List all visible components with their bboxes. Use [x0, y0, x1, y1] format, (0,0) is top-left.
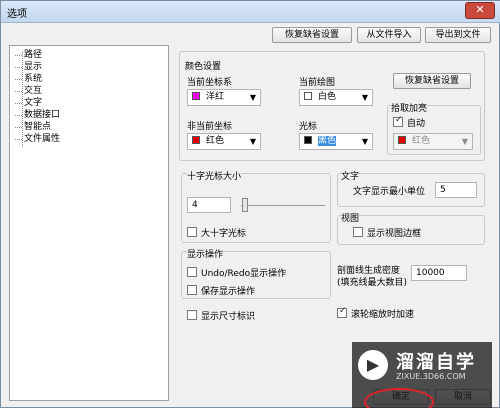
cursor-color-value: 黑色 — [318, 136, 337, 146]
current-axis-label: 当前坐标系 — [187, 78, 233, 88]
options-nav-tree: 路径 显示 系统 交互 文字 数据接口 智能点 文件属性 — [9, 45, 169, 401]
crosshair-size-slider[interactable] — [241, 205, 325, 206]
pick-highlight-title: 拾取加亮 — [391, 101, 428, 114]
close-icon: ✕ — [475, 3, 485, 16]
crosshair-size-input[interactable]: 4 — [187, 197, 231, 213]
cursor-label: 光标 — [299, 122, 318, 132]
show-dim-marks-label: 显示尺寸标识 — [201, 312, 256, 322]
title-bar: 选项 ✕ — [1, 1, 500, 23]
show-view-border-checkbox[interactable] — [353, 227, 363, 237]
min-text-unit-input[interactable]: 5 — [435, 182, 477, 198]
color-swatch — [398, 136, 406, 144]
nav-item-text[interactable]: 文字 — [14, 98, 42, 109]
watermark-title: 溜溜自学 — [396, 352, 476, 373]
save-display-ops-label: 保存显示操作 — [201, 287, 256, 297]
undo-redo-display-label: Undo/Redo显示操作 — [201, 269, 287, 279]
nav-item-display[interactable]: 显示 — [14, 62, 42, 73]
nav-item-file-properties[interactable]: 文件属性 — [14, 134, 60, 145]
view-group-title: 视图 — [341, 211, 360, 224]
nav-item-system[interactable]: 系统 — [14, 74, 42, 85]
chevron-down-icon: ▼ — [361, 93, 368, 102]
current-drawing-color-select[interactable]: 白色 ▼ — [299, 89, 373, 106]
import-from-file-button[interactable]: 从文件导入 — [357, 27, 421, 43]
color-swatch — [192, 92, 200, 100]
wheel-zoom-accel-checkbox[interactable] — [337, 306, 347, 318]
pick-highlight-auto-checkbox[interactable] — [393, 115, 403, 127]
color-swatch — [304, 136, 312, 144]
cursor-color-select[interactable]: 黑色 ▼ — [299, 133, 373, 150]
noncurrent-axis-label: 非当前坐标 — [187, 122, 233, 132]
save-display-ops-checkbox[interactable] — [187, 285, 197, 295]
chevron-down-icon: ▼ — [249, 93, 256, 102]
display-ops-title: 显示操作 — [187, 247, 224, 260]
noncurrent-axis-color-value: 红色 — [206, 136, 225, 146]
crosshair-size-title: 十字光标大小 — [187, 169, 242, 182]
play-logo-icon: ▶ — [358, 350, 388, 380]
window-title: 选项 — [7, 9, 27, 20]
big-crosshair-checkbox[interactable] — [187, 227, 197, 237]
color-swatch — [304, 92, 312, 100]
text-group-title: 文字 — [341, 169, 360, 182]
restore-colors-button[interactable]: 恢复缺省设置 — [393, 73, 471, 89]
chevron-down-icon: ▼ — [461, 137, 468, 146]
min-text-unit-label: 文字显示最小单位 — [353, 187, 426, 197]
current-drawing-color-value: 白色 — [318, 92, 337, 102]
undo-redo-display-checkbox[interactable] — [187, 267, 197, 277]
wheel-zoom-accel-label: 滚轮缩放时加速 — [351, 310, 415, 320]
noncurrent-axis-color-select[interactable]: 红色 ▼ — [187, 133, 261, 150]
slider-thumb[interactable] — [242, 198, 249, 212]
pick-highlight-auto-label: 自动 — [407, 119, 426, 129]
big-crosshair-label: 大十字光标 — [201, 229, 247, 239]
tree-connector — [22, 52, 23, 147]
nav-item-path[interactable]: 路径 — [14, 50, 42, 61]
current-drawing-label: 当前绘图 — [299, 78, 336, 88]
show-dim-marks-checkbox[interactable] — [187, 310, 197, 320]
nav-item-interaction[interactable]: 交互 — [14, 86, 42, 97]
export-to-file-button[interactable]: 导出到文件 — [425, 27, 491, 43]
chevron-down-icon: ▼ — [361, 137, 368, 146]
restore-defaults-button[interactable]: 恢复缺省设置 — [272, 27, 352, 43]
nav-item-data-interface[interactable]: 数据接口 — [14, 110, 60, 121]
hatch-density-sublabel: (填充线最大数目) — [337, 278, 408, 288]
color-settings-title: 颜色设置 — [185, 59, 222, 72]
chevron-down-icon: ▼ — [249, 137, 256, 146]
hatch-density-input[interactable]: 10000 — [411, 265, 467, 281]
color-swatch — [192, 136, 200, 144]
pick-highlight-color-value: 红色 — [412, 136, 431, 146]
pick-highlight-color-select[interactable]: 红色 ▼ — [393, 133, 473, 150]
close-button[interactable]: ✕ — [465, 2, 495, 19]
watermark-url: ZIXUE.3D66.COM — [396, 372, 466, 381]
show-view-border-label: 显示视图边框 — [367, 229, 422, 239]
current-axis-color-value: 洋红 — [206, 92, 225, 102]
nav-item-smart-point[interactable]: 智能点 — [14, 122, 51, 133]
current-axis-color-select[interactable]: 洋红 ▼ — [187, 89, 261, 106]
